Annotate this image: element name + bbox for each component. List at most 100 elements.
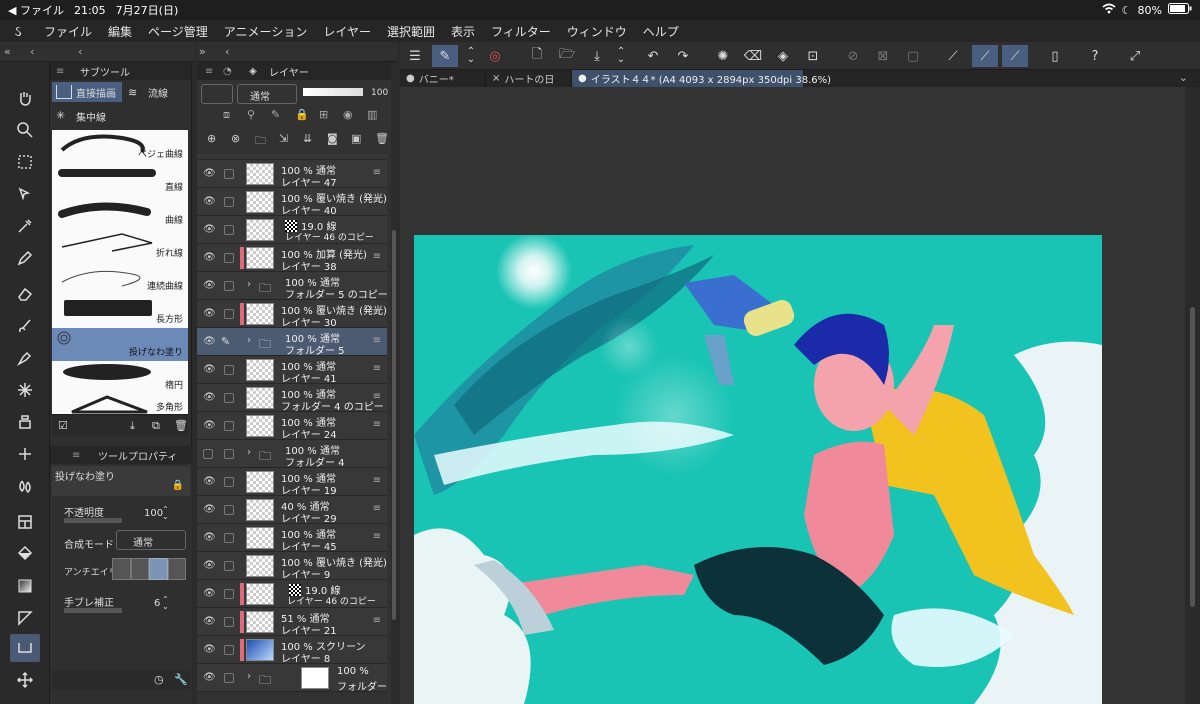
- eye-icon[interactable]: 👁: [203, 672, 217, 684]
- help-icon[interactable]: ?: [1082, 45, 1108, 67]
- save-icon[interactable]: ⤓: [584, 45, 610, 67]
- layer-row[interactable]: 👁 100 % 通常 フォルダー 4 のコピー ≡: [197, 384, 387, 413]
- device-icon[interactable]: ▯: [1042, 45, 1068, 67]
- folder-row-selected[interactable]: 👁 ✎ › 🗀 100 % 通常 フォルダー 5 ≡: [197, 328, 387, 357]
- collapse-layer-icon[interactable]: »: [199, 45, 206, 58]
- layer-checkbox[interactable]: [224, 225, 234, 235]
- group-focus-lines[interactable]: ✳ 集中線: [52, 106, 122, 126]
- layer-row[interactable]: 👁 100 % 覆い焼き (発光) レイヤー 40 ≡: [197, 188, 387, 217]
- layer-menu-icon[interactable]: ≡: [373, 503, 381, 514]
- edit-mode-icon[interactable]: ✎: [432, 45, 458, 67]
- layer-list[interactable]: 👁 100 % 通常 レイヤー 47 ≡ 👁 100 % 覆い焼き (発光) レイヤー 4…: [197, 154, 391, 704]
- new-folder-icon[interactable]: 🗀: [255, 132, 266, 151]
- layer-row[interactable]: 👁 19.0 線レイヤー 46 のコピー: [197, 216, 387, 244]
- transform-icon[interactable]: ⊡: [800, 45, 826, 67]
- wrench-icon[interactable]: 🔧: [174, 673, 188, 686]
- layer-menu-icon[interactable]: ≡: [373, 195, 381, 206]
- menu-filter[interactable]: フィルター: [483, 23, 559, 40]
- aa-strong[interactable]: [167, 558, 186, 580]
- brush-curve[interactable]: 曲線: [52, 196, 188, 229]
- group-direct-draw[interactable]: 直接描画: [52, 82, 122, 102]
- chevron-left-icon[interactable]: ‹: [30, 45, 34, 58]
- lasso-fill-icon[interactable]: [10, 634, 40, 662]
- expand-icon[interactable]: ›: [247, 447, 251, 458]
- layer-opacity-value[interactable]: 100: [371, 88, 388, 98]
- layer-menu-icon[interactable]: ≡: [373, 167, 381, 178]
- close-icon[interactable]: ×: [492, 73, 500, 84]
- layer-checkbox[interactable]: [224, 421, 234, 431]
- folder-row[interactable]: › 🗀 100 % 通常 フォルダー 4: [197, 440, 387, 469]
- expand-icon[interactable]: ›: [247, 335, 251, 346]
- eye-icon[interactable]: 👁: [203, 336, 217, 348]
- snap-ruler-icon[interactable]: ⟋: [940, 45, 966, 67]
- menu-window[interactable]: ウィンドウ: [559, 23, 635, 40]
- canvas-scroll-thumb[interactable]: [1190, 307, 1195, 607]
- frame-icon[interactable]: [10, 508, 40, 536]
- group-streamline[interactable]: ≋ 流線: [124, 82, 190, 102]
- layer-row[interactable]: 👁 100 % 覆い焼き (発光) レイヤー 9 ≡: [197, 552, 387, 581]
- add-mask-icon[interactable]: ◙: [327, 132, 338, 145]
- layer-checkbox[interactable]: [224, 309, 234, 319]
- brush-polygon[interactable]: 多角形: [52, 394, 188, 414]
- hidden-eye-box[interactable]: [203, 449, 213, 459]
- download-icon[interactable]: ⤓: [130, 419, 135, 433]
- layer-checkbox[interactable]: [224, 533, 234, 543]
- layers-icon[interactable]: ◈: [249, 66, 257, 77]
- draft-icon[interactable]: ✎: [271, 108, 280, 121]
- chevron-down-icon[interactable]: ⌄: [1179, 71, 1188, 84]
- layer-checkbox[interactable]: [224, 449, 234, 459]
- layer-menu-icon[interactable]: ≡: [373, 307, 381, 318]
- brush-rectangle[interactable]: 長方形: [52, 295, 188, 328]
- layer-menu-icon[interactable]: ≡: [373, 335, 381, 346]
- layer-checkbox[interactable]: [224, 673, 234, 683]
- gradient-icon[interactable]: [10, 572, 40, 600]
- new-vector-layer-icon[interactable]: ⊗: [231, 132, 240, 145]
- collapse-left-icon[interactable]: «: [4, 45, 11, 58]
- clip-icon[interactable]: ⧈: [223, 108, 230, 122]
- eye-icon[interactable]: 👁: [203, 616, 217, 628]
- aa-none[interactable]: [112, 558, 131, 580]
- menu-page[interactable]: ページ管理: [140, 23, 216, 40]
- fullscreen-icon[interactable]: ⤢: [1122, 45, 1148, 67]
- layer-row[interactable]: 👁 40 % 通常 レイヤー 29 ≡: [197, 496, 387, 525]
- snap-special-ruler-icon[interactable]: ⟋: [972, 45, 998, 67]
- layer-row[interactable]: 👁 100 % 通常 レイヤー 45 ≡: [197, 524, 387, 553]
- stepper-icon[interactable]: ⌃ ⌄: [162, 596, 169, 611]
- menu-edit[interactable]: 編集: [100, 23, 140, 40]
- stabilization-slider[interactable]: [64, 608, 122, 613]
- layer-row[interactable]: 👁 19.0 線レイヤー 46 のコピー: [197, 580, 387, 608]
- chevron-left-icon-2[interactable]: ‹: [78, 45, 82, 58]
- layer-row[interactable]: 👁 100 % 通常 レイヤー 47 ≡: [197, 160, 387, 189]
- mask-icon[interactable]: ▥: [367, 108, 377, 121]
- clear-icon[interactable]: ⌫: [740, 45, 766, 67]
- fountain-pen-icon[interactable]: [10, 344, 40, 372]
- layer-checkbox[interactable]: [224, 393, 234, 403]
- canvas-scrollbar[interactable]: [1185, 87, 1200, 704]
- lock-alpha-icon[interactable]: ⊞: [319, 108, 328, 121]
- layer-row[interactable]: 👁 100 % スクリーン レイヤー 8: [197, 636, 387, 665]
- layer-checkbox[interactable]: [224, 617, 234, 627]
- layer-row[interactable]: 👁 100 % 通常 レイヤー 19 ≡: [197, 468, 387, 497]
- fill-selection-icon[interactable]: ◈: [770, 45, 796, 67]
- layer-menu-icon[interactable]: ≡: [373, 419, 381, 430]
- panel-menu-icon[interactable]: ≡: [56, 66, 64, 77]
- folder-row[interactable]: 👁 › 🗀 100 % 通常 フォルダー 5 のコピー 2: [197, 272, 391, 301]
- layer-row[interactable]: 👁 100 % 通常 レイヤー 41 ≡: [197, 356, 387, 385]
- opacity-slider[interactable]: [64, 518, 122, 523]
- expand-icon[interactable]: ›: [247, 279, 251, 290]
- eye-icon[interactable]: 👁: [203, 308, 217, 320]
- snap-grid-icon[interactable]: ⟋: [1002, 45, 1028, 67]
- aa-medium[interactable]: [149, 558, 168, 580]
- layer-menu-icon[interactable]: ≡: [373, 559, 381, 570]
- menu-layer[interactable]: レイヤー: [315, 23, 379, 40]
- deselect-icon[interactable]: ⊘: [840, 45, 866, 67]
- artwork-canvas[interactable]: [414, 235, 1102, 704]
- brush-bezier[interactable]: ベジェ曲線: [52, 130, 188, 163]
- layer-row[interactable]: 👁 51 % 通常 レイヤー 21 ≡: [197, 608, 387, 637]
- clock-icon[interactable]: ◷: [154, 673, 164, 686]
- layer-checkbox[interactable]: [224, 505, 234, 515]
- eye-icon[interactable]: 👁: [203, 420, 217, 432]
- eye-icon[interactable]: 👁: [203, 532, 217, 544]
- brush-icon[interactable]: [10, 312, 40, 340]
- layer-row[interactable]: 👁 100 % 通常 レイヤー 24 ≡: [197, 412, 387, 441]
